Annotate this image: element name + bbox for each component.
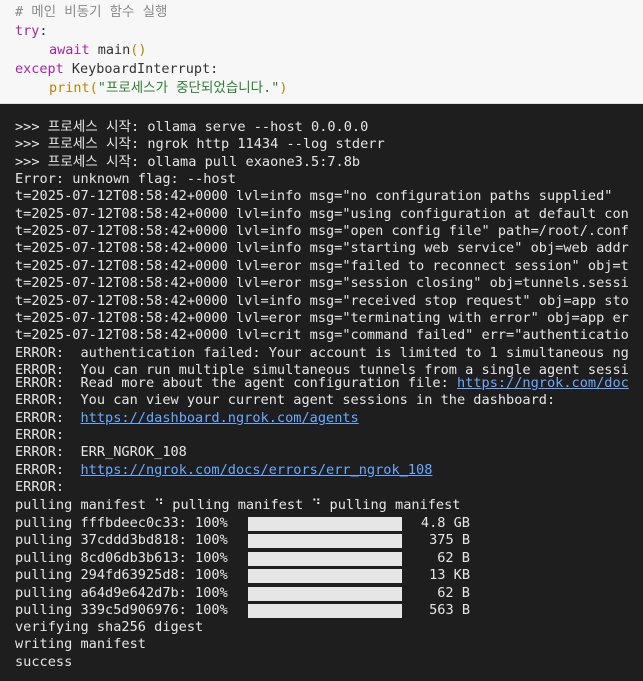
- pull-label: pulling a64d9e642d7b: 100%: [15, 584, 228, 601]
- error-doc-link[interactable]: https://ngrok.com/docs/errors/err_ngrok_…: [80, 462, 432, 478]
- error-blank-line: ERROR:: [15, 479, 65, 495]
- colon: :: [39, 23, 48, 39]
- dashboard-link[interactable]: https://dashboard.ngrok.com/agents: [80, 410, 358, 426]
- pull-size: 62 B: [437, 549, 470, 566]
- pull-size: 13 KB: [429, 567, 470, 584]
- pull-size: 563 B: [429, 602, 470, 618]
- view-sessions-line: ERROR: You can view your current agent s…: [15, 392, 556, 408]
- verifying-line: verifying sha256 digest: [15, 619, 204, 635]
- open-paren: (: [89, 80, 98, 96]
- colon: :: [210, 61, 219, 77]
- log-line: ERROR: authentication failed: Your accou…: [15, 344, 629, 361]
- cell-output[interactable]: >>> 프로세스 시작: ollama serve --host 0.0.0.0…: [0, 104, 643, 681]
- log-line: Error: unknown flag: --host: [15, 171, 236, 188]
- code-comment: # 메인 비동기 함수 실행: [15, 4, 168, 20]
- code-line-except: except KeyboardInterrupt:: [15, 60, 218, 79]
- pull-label: pulling 8cd06db3b613: 100%: [15, 549, 228, 566]
- config-doc-link[interactable]: https://ngrok.com/doc: [457, 375, 629, 391]
- pull-progress-bar: [248, 604, 402, 618]
- pull-label: pulling 37cddd3bd818: 100%: [15, 532, 228, 549]
- code-line-print: print("프로세스가 중단되었습니다."): [49, 79, 287, 98]
- log-line: t=2025-07-12T08:58:42+0000 lvl=info msg=…: [15, 223, 629, 240]
- log-line: >>> 프로세스 시작: ngrok http 11434 --log stde…: [15, 136, 385, 153]
- pull-progress-bar: [248, 569, 402, 584]
- code-cell[interactable]: # 메인 비동기 함수 실행 try: await main() except …: [0, 0, 643, 104]
- pull-size: 375 B: [429, 532, 470, 549]
- pull-progress-bar: [248, 517, 402, 531]
- log-line: t=2025-07-12T08:58:42+0000 lvl=info msg=…: [15, 205, 629, 222]
- code-line-await: await main(): [49, 41, 147, 60]
- pull-progress-bar: [248, 586, 402, 601]
- pull-progress-bar: [248, 534, 402, 549]
- pull-size: 4.8 GB: [420, 515, 470, 531]
- pull-progress-bar: [248, 551, 402, 566]
- log-line: t=2025-07-12T08:58:42+0000 lvl=eror msg=…: [15, 257, 629, 274]
- log-line: >>> 프로세스 시작: ollama serve --host 0.0.0.0: [15, 119, 369, 135]
- log-line: t=2025-07-12T08:58:42+0000 lvl=info msg=…: [15, 188, 613, 205]
- pull-label: pulling fffbdeec0c33: 100%: [15, 515, 228, 531]
- close-paren: ): [279, 80, 288, 96]
- error-blank-line: ERROR:: [15, 427, 65, 443]
- pulling-manifest-line: pulling manifest ⠙ pulling manifest ⠙ pu…: [15, 497, 461, 513]
- log-line: >>> 프로세스 시작: ollama pull exaone3.5:7.8b: [15, 153, 361, 170]
- exception-name: KeyboardInterrupt: [71, 61, 211, 77]
- read-more-line: ERROR: Read more about the agent configu…: [15, 375, 629, 391]
- log-line: t=2025-07-12T08:58:42+0000 lvl=eror msg=…: [15, 309, 629, 326]
- log-line: t=2025-07-12T08:58:42+0000 lvl=info msg=…: [15, 292, 629, 309]
- main-call: main: [97, 42, 131, 58]
- success-line: success: [15, 654, 73, 670]
- error-doc-line: ERROR: https://ngrok.com/docs/errors/err…: [15, 462, 433, 478]
- log-line: t=2025-07-12T08:58:42+0000 lvl=info msg=…: [15, 240, 629, 257]
- log-line: t=2025-07-12T08:58:42+0000 lvl=eror msg=…: [15, 275, 629, 292]
- writing-line: writing manifest: [15, 636, 146, 652]
- error-code-line: ERROR: ERR_NGROK_108: [15, 444, 187, 460]
- except-keyword: except: [15, 61, 64, 77]
- main-parens: (): [130, 42, 147, 58]
- await-keyword: await: [49, 42, 90, 58]
- log-line: t=2025-07-12T08:58:42+0000 lvl=crit msg=…: [15, 327, 629, 344]
- pull-size: 62 B: [437, 584, 470, 601]
- print-function: print: [49, 80, 90, 96]
- code-line-try: try:: [15, 22, 48, 41]
- dashboard-line: ERROR: https://dashboard.ngrok.com/agent…: [15, 410, 359, 426]
- try-keyword: try: [15, 23, 40, 39]
- pull-label: pulling 294fd63925d8: 100%: [15, 567, 228, 584]
- pull-label: pulling 339c5d906976: 100%: [15, 602, 228, 618]
- print-argument: "프로세스가 중단되었습니다.": [97, 80, 280, 96]
